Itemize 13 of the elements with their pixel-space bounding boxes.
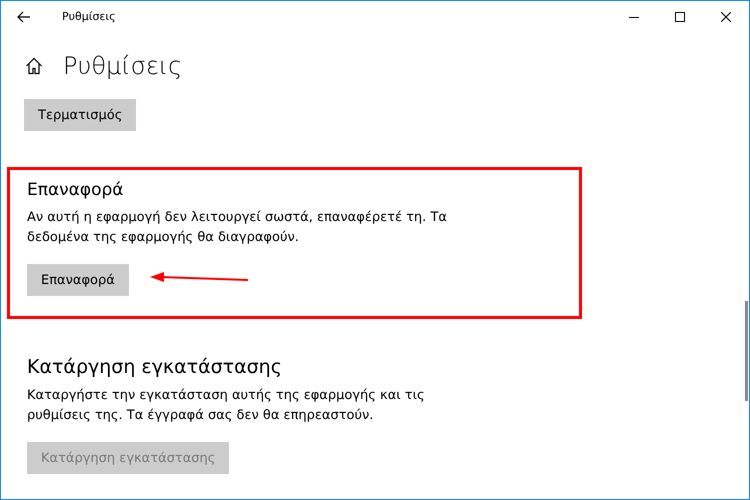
reset-button[interactable]: Επαναφορά	[27, 264, 129, 296]
scrollbar[interactable]	[745, 301, 748, 401]
section-title: Επαναφορά	[27, 180, 124, 200]
window-title: Ρυθμίσεις	[62, 10, 117, 23]
back-arrow-icon	[17, 10, 31, 22]
page-heading: Ρυθμίσεις	[63, 52, 182, 80]
home-icon[interactable]	[25, 57, 43, 75]
section-title: Κατάργηση εγκατάστασης	[27, 356, 283, 378]
maximize-icon	[675, 12, 685, 22]
section-description: Αν αυτή η εφαρμογή δεν λειτουργεί σωστά, επαναφέρετέ τη. Τα δεδομένα της εφαρμογής θα διαγραφούν.	[27, 209, 448, 247]
close-icon	[721, 12, 731, 22]
section-description: Καταργήστε την εγκατάσταση αυτής της εφαρμογής και τις ρυθμίσεις της. Τα έγγραφά σας δεν θα επηρεαστούν.	[27, 387, 426, 425]
terminate-button[interactable]: Τερματισμός	[24, 99, 136, 131]
